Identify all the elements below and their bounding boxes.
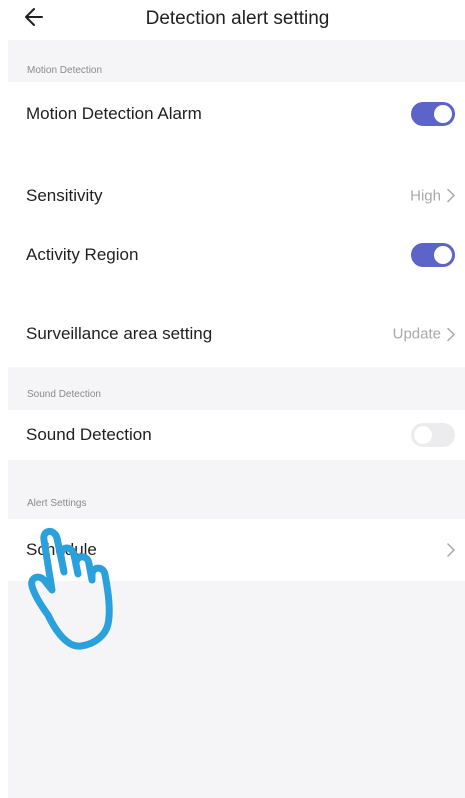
app-header: Detection alert setting xyxy=(0,0,465,40)
sensitivity-value[interactable]: High xyxy=(410,187,455,204)
section-header-motion-detection: Motion Detection xyxy=(27,65,103,76)
motion-detection-alarm-toggle[interactable] xyxy=(411,102,455,126)
chevron-right-icon xyxy=(447,327,455,341)
surveillance-area-value-text: Update xyxy=(392,325,441,343)
hand-pointer-icon xyxy=(28,528,113,650)
surveillance-area-value[interactable]: Update xyxy=(393,326,455,343)
sensitivity-value-text: High xyxy=(410,187,441,204)
settings-list: Motion Detection Motion Detection Alarm … xyxy=(8,40,465,798)
row-sensitivity[interactable]: Sensitivity High xyxy=(8,146,465,223)
row-surveillance-area-setting[interactable]: Surveillance area setting Update xyxy=(8,287,465,367)
toggle-knob xyxy=(434,105,452,123)
page-title: Detection alert setting xyxy=(145,8,330,29)
row-label: Sensitivity xyxy=(26,185,103,205)
row-label: Sound Detection xyxy=(26,425,152,444)
schedule-chevron[interactable] xyxy=(447,543,455,557)
section-header-sound-detection: Sound Detection xyxy=(27,389,101,400)
row-activity-region: Activity Region xyxy=(8,223,465,287)
row-motion-detection-alarm: Motion Detection Alarm xyxy=(8,82,465,146)
activity-region-toggle[interactable] xyxy=(411,243,455,267)
row-label: Motion Detection Alarm xyxy=(26,104,202,123)
toggle-knob xyxy=(414,426,432,444)
sound-detection-toggle[interactable] xyxy=(411,423,455,447)
row-label: Surveillance area setting xyxy=(26,324,213,343)
toggle-knob xyxy=(434,246,452,264)
row-sound-detection: Sound Detection xyxy=(8,410,465,460)
section-header-alert-settings: Alert Settings xyxy=(27,498,87,509)
chevron-right-icon xyxy=(447,543,455,557)
row-label: Activity Region xyxy=(26,245,139,264)
chevron-right-icon xyxy=(447,188,455,203)
